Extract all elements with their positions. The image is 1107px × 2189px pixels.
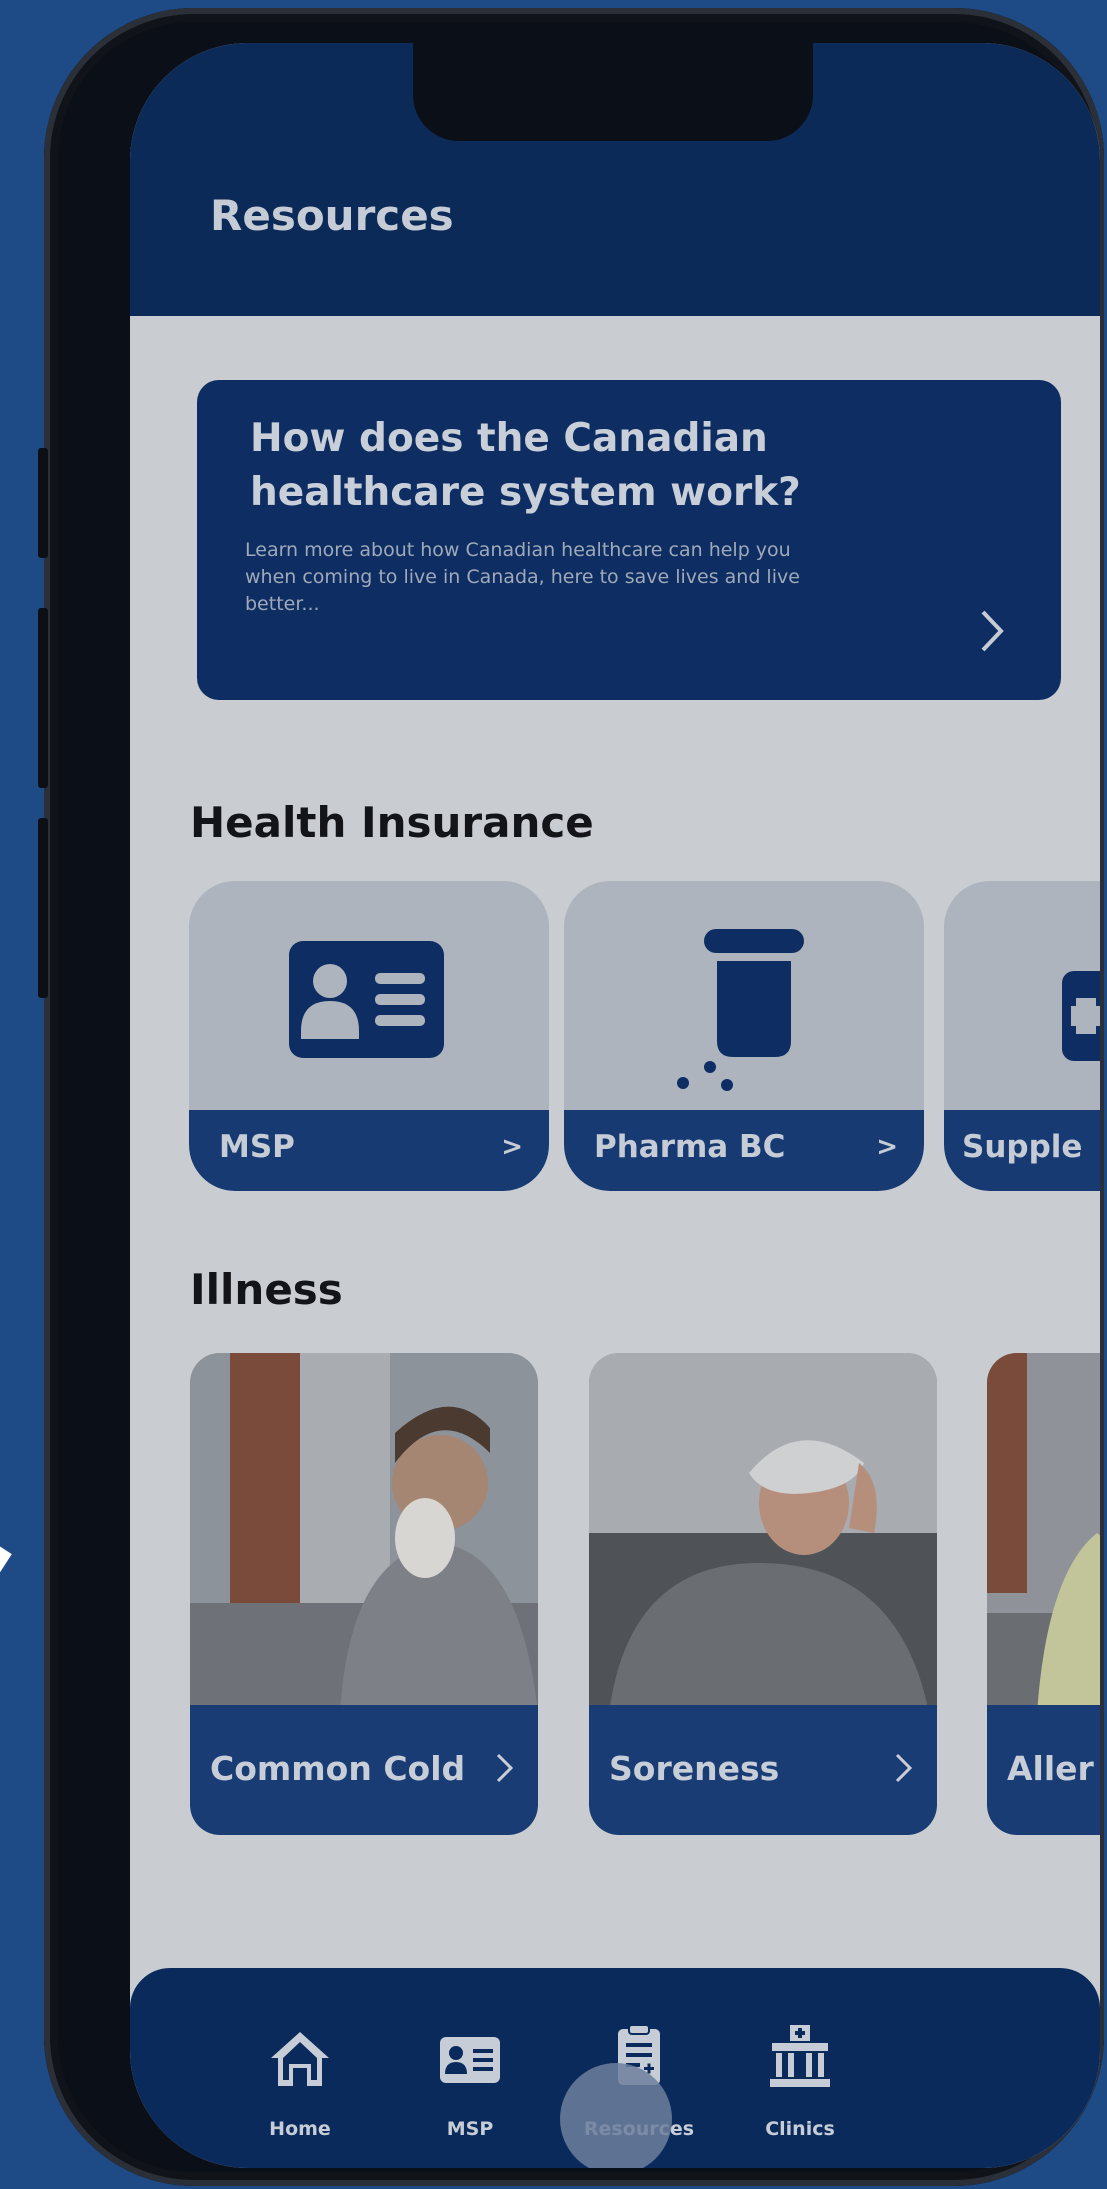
woman-headache-photo — [589, 1353, 937, 1713]
illness-card-soreness[interactable]: Soreness — [589, 1353, 937, 1835]
chevron-right-icon — [981, 610, 1004, 652]
plus-box-icon — [1062, 971, 1100, 1061]
nav-label-clinics: Clinics — [765, 2118, 835, 2140]
app-screen: Resources How does the Canadian healthca… — [130, 43, 1100, 2168]
nav-label-msp: MSP — [446, 2118, 494, 2140]
illness-card-allergies[interactable]: Aller — [987, 1353, 1100, 1835]
decorative-slash — [0, 1540, 12, 1831]
volume-down-button — [38, 818, 48, 998]
insurance-card-supplementary[interactable]: Supple — [944, 881, 1100, 1191]
volume-up-button — [38, 608, 48, 788]
nav-label-home: Home — [269, 2118, 331, 2140]
insurance-card-label: Supple — [962, 1129, 1083, 1165]
chevron-right-icon — [496, 1753, 514, 1783]
healthcare-info-card[interactable]: How does the Canadian healthcare system … — [197, 380, 1061, 700]
nav-item-msp[interactable]: MSP — [400, 1968, 540, 2168]
home-icon — [271, 2032, 329, 2086]
touch-indicator — [560, 2063, 672, 2168]
person-on-couch-photo — [987, 1353, 1100, 1713]
nav-item-home[interactable]: Home — [230, 1968, 370, 2168]
illness-card-label-bar: Aller — [987, 1705, 1100, 1835]
illness-heading: Illness — [190, 1265, 343, 1314]
insurance-card-label: Pharma BC — [594, 1129, 786, 1165]
pill-bottle-icon — [677, 929, 804, 1091]
nav-item-clinics[interactable]: Clinics — [730, 1968, 870, 2168]
id-card-icon — [440, 2037, 500, 2083]
insurance-card-label-bar: Supple — [944, 1110, 1100, 1191]
illness-card-label: Soreness — [609, 1749, 780, 1788]
illness-card-label-bar: Common Cold — [190, 1705, 538, 1835]
illness-card-label: Common Cold — [210, 1749, 466, 1788]
phone-frame: Resources How does the Canadian healthca… — [38, 8, 1104, 2186]
id-card-icon — [289, 941, 444, 1058]
insurance-card-label-bar: Pharma BC > — [564, 1110, 924, 1191]
insurance-card-label: MSP — [219, 1129, 295, 1165]
chevron-right-icon — [895, 1753, 913, 1783]
chevron-right-icon: > — [876, 1132, 898, 1162]
info-card-description: Learn more about how Canadian healthcare… — [245, 539, 800, 615]
illness-card-label: Aller — [1007, 1749, 1094, 1788]
man-sneezing-photo — [190, 1353, 538, 1713]
insurance-card-label-bar: MSP > — [189, 1110, 549, 1191]
info-card-title: How does the Canadian healthcare system … — [250, 416, 801, 515]
insurance-card-pharma-bc[interactable]: Pharma BC > — [564, 881, 924, 1191]
illness-card-label-bar: Soreness — [589, 1705, 937, 1835]
hospital-icon — [770, 2025, 830, 2087]
mute-switch — [38, 448, 48, 558]
illness-card-common-cold[interactable]: Common Cold — [190, 1353, 538, 1835]
chevron-right-icon: > — [501, 1132, 523, 1162]
page-title: Resources — [210, 191, 454, 240]
health-insurance-heading: Health Insurance — [190, 798, 594, 847]
insurance-card-msp[interactable]: MSP > — [189, 881, 549, 1191]
phone-notch — [413, 43, 813, 141]
